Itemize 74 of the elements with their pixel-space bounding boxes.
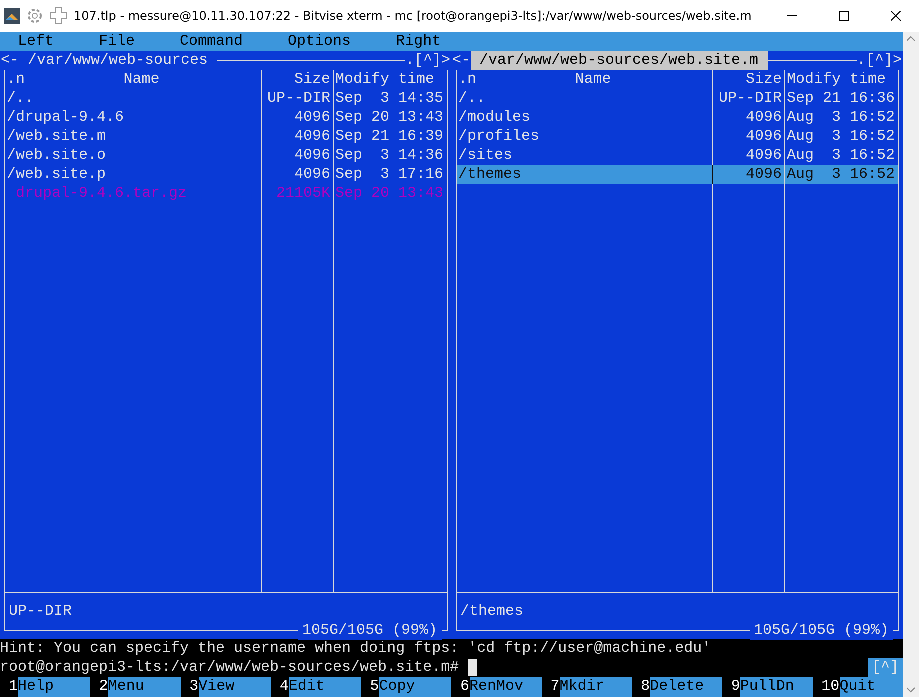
column-header[interactable]: Modify time	[787, 70, 886, 89]
file-size: 4096	[712, 108, 784, 127]
menu-item[interactable]: Options	[288, 32, 352, 51]
panel-path: /var/www/web-sources/web.site.m	[470, 51, 768, 70]
file-size: UP--DIR	[712, 89, 784, 108]
menu-item[interactable]: Command	[180, 32, 244, 51]
file-date: Sep 20 13:43	[332, 108, 446, 127]
column-header[interactable]: .n	[458, 70, 477, 89]
file-row[interactable]: /profiles 4096 Aug 3 16:52	[456, 127, 898, 146]
text-cursor	[468, 659, 478, 676]
hint-text: Hint: You can specify the username when doing ftps: 'cd ftp://user@machine.edu'	[0, 639, 712, 658]
file-size: 4096	[260, 165, 332, 184]
column-header[interactable]: Name	[575, 70, 612, 89]
column-header[interactable]: Modify time	[336, 70, 435, 89]
back-arrow[interactable]: <-	[452, 51, 471, 70]
file-row[interactable]: /web.site.p 4096 Sep 3 17:16	[5, 165, 446, 184]
menu-item[interactable]: Right	[396, 32, 442, 51]
panel-controls[interactable]: .[^]>	[856, 51, 902, 70]
file-name: /..	[6, 89, 36, 108]
file-row[interactable]: /web.site.o 4096 Sep 3 14:36	[5, 146, 446, 165]
plus-icon[interactable]	[50, 7, 68, 25]
app-icon	[4, 8, 20, 24]
file-size: 21105K	[260, 184, 332, 203]
free-space: 105G/105G (99%)	[298, 621, 442, 640]
column-header[interactable]: Size	[294, 70, 330, 89]
file-name: /web.site.m	[6, 127, 108, 146]
file-name: /themes	[458, 165, 523, 184]
file-row[interactable]: /drupal-9.4.6 4096 Sep 20 13:43	[5, 108, 446, 127]
file-date: Aug 3 16:52	[784, 108, 898, 127]
file-row[interactable]: /modules 4096 Aug 3 16:52	[456, 108, 898, 127]
file-name: /sites	[458, 146, 514, 165]
file-name: /..	[458, 89, 487, 108]
maximize-icon	[839, 11, 849, 21]
file-name: /drupal-9.4.6	[6, 108, 126, 127]
file-size: 4096	[712, 165, 784, 184]
file-row[interactable]: /.. UP--DIR Sep 3 14:35	[5, 89, 446, 108]
file-date: Sep 3 17:16	[332, 165, 446, 184]
file-size: 4096	[712, 127, 784, 146]
free-space: 105G/105G (99%)	[750, 621, 893, 640]
file-date: Sep 21 16:36	[784, 89, 898, 108]
column-header[interactable]: .n	[7, 70, 26, 89]
column-header[interactable]: Name	[124, 70, 160, 89]
window-title: 107.tlp - messure@10.11.30.107:22 - Bitvise xterm - mc [root@orangepi3-lts]:/var/www/web-sources/web.site.m	[74, 9, 753, 23]
column-header[interactable]: Size	[746, 70, 782, 89]
file-name: /modules	[458, 108, 532, 127]
panel-status: /themes	[460, 603, 524, 620]
file-name: /profiles	[458, 127, 541, 146]
file-date: Aug 3 16:52	[784, 165, 898, 184]
file-size: 4096	[260, 127, 332, 146]
gear-icon[interactable]	[26, 7, 44, 25]
back-arrow[interactable]: <-	[1, 51, 20, 70]
panel-status: UP--DIR	[9, 603, 72, 620]
file-row[interactable]: /.. UP--DIR Sep 21 16:36	[456, 89, 898, 108]
file-size: 4096	[260, 108, 332, 127]
scrollbar[interactable]	[903, 32, 919, 697]
file-row[interactable]: /web.site.m 4096 Sep 21 16:39	[5, 127, 446, 146]
shell-prompt: root@orangepi3-lts:/var/www/web-sources/web.site.m#	[0, 658, 460, 677]
panel-controls[interactable]: .[^]>	[405, 51, 450, 70]
menu-item[interactable]: Left	[18, 32, 54, 51]
scroll-down-icon[interactable]	[907, 687, 915, 693]
file-name: /web.site.p	[6, 165, 108, 184]
file-row[interactable]: /themes 4096 Aug 3 16:52	[456, 165, 898, 184]
menu-item[interactable]: File	[99, 32, 136, 51]
close-icon	[891, 11, 901, 21]
file-date: Aug 3 16:52	[784, 127, 898, 146]
file-date: Sep 20 13:43	[332, 184, 446, 203]
file-date: Sep 3 14:35	[332, 89, 446, 108]
file-date: Sep 3 14:36	[332, 146, 446, 165]
file-name: drupal-9.4.6.tar.gz	[15, 184, 188, 203]
file-name: /web.site.o	[6, 146, 108, 165]
file-date: Sep 21 16:39	[332, 127, 446, 146]
file-size: UP--DIR	[260, 89, 332, 108]
file-size: 4096	[260, 146, 332, 165]
scroll-up-icon[interactable]	[907, 36, 915, 42]
